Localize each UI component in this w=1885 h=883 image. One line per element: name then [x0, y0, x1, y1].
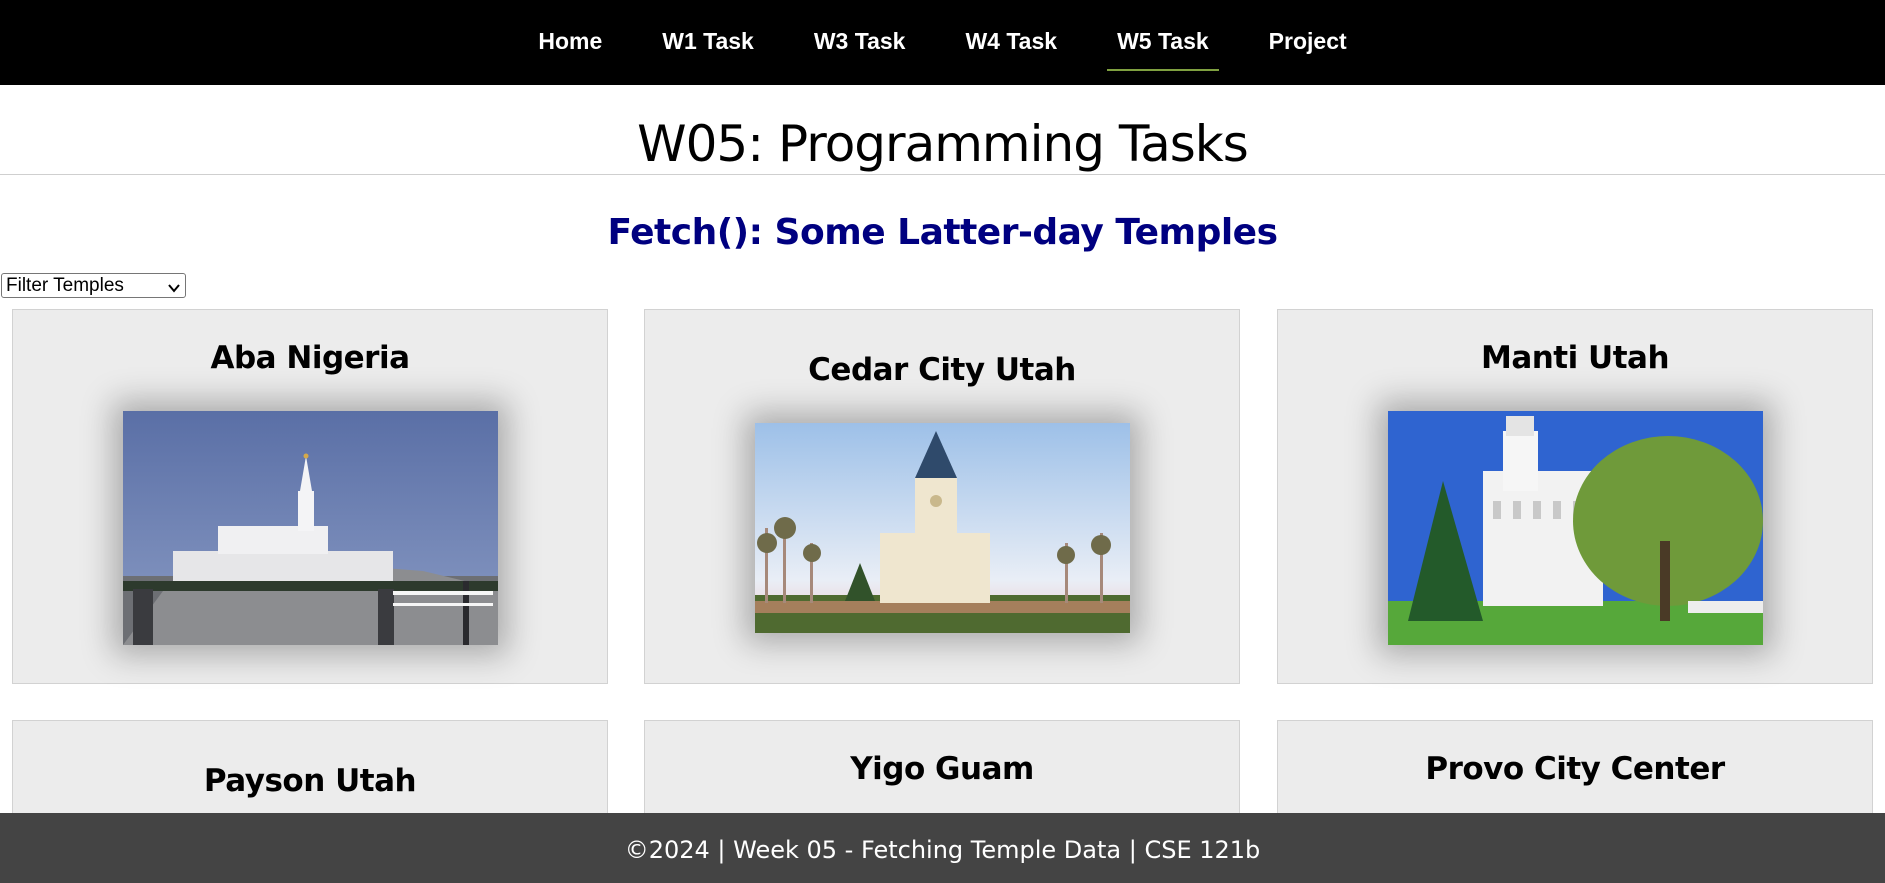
temple-name: Aba Nigeria: [210, 340, 410, 376]
divider: [0, 174, 1885, 175]
page-title: W05: Programming Tasks: [637, 115, 1249, 173]
temple-image: [123, 411, 498, 645]
temple-name: Manti Utah: [1480, 340, 1670, 376]
temple-image: [1388, 411, 1763, 645]
footer-text: ©2024 | Week 05 - Fetching Temple Data |…: [624, 836, 1261, 864]
nav-link-home[interactable]: Home: [514, 0, 626, 85]
temple-name: Payson Utah: [203, 763, 417, 799]
nav-link-w3-task[interactable]: W3 Task: [790, 0, 930, 85]
nav-link-project[interactable]: Project: [1245, 0, 1371, 85]
footer: ©2024 | Week 05 - Fetching Temple Data |…: [0, 813, 1885, 883]
nav-link-w5-task[interactable]: W5 Task: [1093, 0, 1233, 85]
nav-link-w4-task[interactable]: W4 Task: [941, 0, 1081, 85]
nav-list: Home W1 Task W3 Task W4 Task W5 Task Pro…: [508, 0, 1376, 85]
temple-card: Manti Utah: [1277, 309, 1873, 684]
main-nav: Home W1 Task W3 Task W4 Task W5 Task Pro…: [0, 0, 1885, 85]
filter-temples-select[interactable]: Filter Temples: [1, 273, 186, 298]
temple-name: Yigo Guam: [850, 751, 1034, 787]
temple-name: Cedar City Utah: [808, 352, 1076, 388]
nav-link-w1-task[interactable]: W1 Task: [638, 0, 778, 85]
temple-card: Aba Nigeria: [12, 309, 608, 684]
temple-name: Provo City Center: [1425, 751, 1725, 787]
temple-card: Cedar City Utah: [644, 309, 1240, 684]
section-title: Fetch(): Some Latter-day Temples: [607, 212, 1278, 253]
chevron-down-icon: [167, 279, 181, 293]
filter-selected-value: Filter Temples: [6, 274, 124, 296]
temple-image: [755, 423, 1130, 633]
